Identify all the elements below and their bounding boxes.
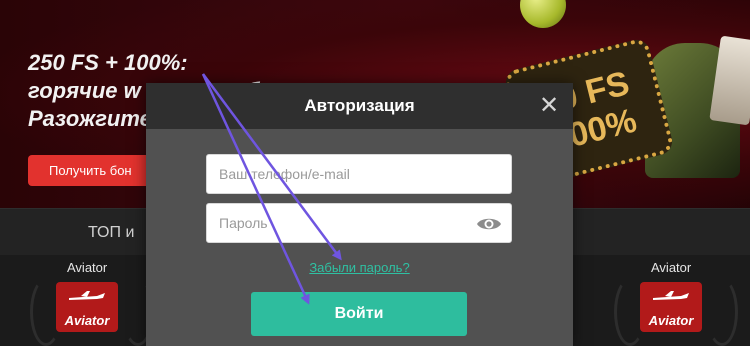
forgot-password-link[interactable]: Забыли пароль? [146,260,573,275]
password-input[interactable] [207,204,511,242]
game-title: Aviator [651,260,692,275]
login-modal: Авторизация ✕ Забыли пароль? Войти [146,83,573,346]
laurel-icon [706,278,738,346]
modal-title: Авторизация [304,96,415,115]
modal-header: Авторизация ✕ [146,83,573,129]
plane-icon [653,291,689,300]
game-logo-text: Aviator [64,313,110,328]
login-input[interactable] [207,155,511,193]
promo-ball-image [520,0,566,28]
game-title: Aviator [67,260,108,275]
login-field [206,154,512,194]
plane-icon [69,291,105,300]
aviator-game-tile[interactable]: Aviator [640,282,702,332]
promo-tagline: Разожгите [28,106,152,131]
promo-subheadline: горячие w б [28,78,260,104]
eye-icon[interactable] [476,215,502,233]
promo-subheadline-text: горячие w [28,78,141,103]
login-button[interactable]: Войти [251,292,467,336]
password-field [206,203,512,243]
promo-headline: 250 FS + 100%: [28,50,188,75]
game-logo-text: Aviator [648,313,694,328]
close-icon[interactable]: ✕ [538,94,560,118]
aviator-game-tile[interactable]: Aviator [56,282,118,332]
top-games-label: ТОП и [88,224,135,241]
